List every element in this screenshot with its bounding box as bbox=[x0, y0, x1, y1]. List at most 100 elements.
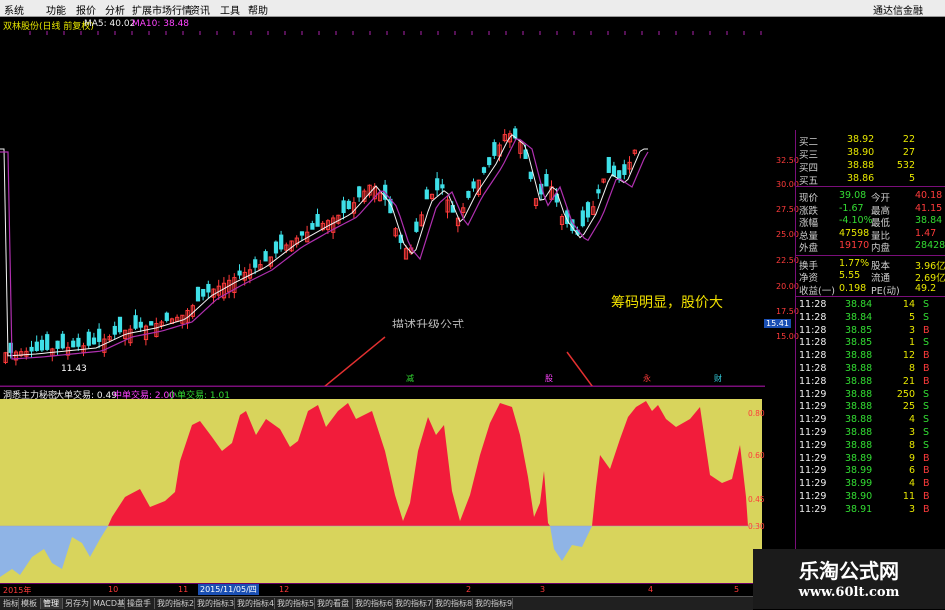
candle-body bbox=[133, 315, 138, 329]
stat-value: 49.2 bbox=[915, 282, 937, 294]
indicator-tick: 0.30 bbox=[748, 522, 765, 531]
menu-function[interactable]: 功能 bbox=[46, 2, 66, 17]
event-marker[interactable]: 财 bbox=[714, 373, 722, 384]
tick-row[interactable]: 11:28 38.84 14 S bbox=[799, 299, 945, 311]
indicator-chart[interactable] bbox=[0, 399, 765, 583]
candle-body bbox=[237, 270, 242, 276]
tick-side: B bbox=[923, 324, 930, 336]
event-marker[interactable]: 股 bbox=[545, 373, 553, 384]
indicator-tab[interactable]: 我的指标5 bbox=[275, 598, 315, 609]
tick-row[interactable]: 11:29 38.89 9 B bbox=[799, 453, 945, 465]
indicator-tab[interactable]: 模板 bbox=[19, 598, 41, 609]
tick-volume: 21 bbox=[902, 375, 915, 387]
date-mark: 12 bbox=[279, 585, 290, 594]
candle-body bbox=[117, 316, 123, 333]
tick-time: 11:28 bbox=[799, 363, 827, 374]
stat-value: 1.77% bbox=[839, 257, 870, 269]
tick-side: S bbox=[923, 427, 930, 438]
bid-row[interactable]: 买四 38.88 532 bbox=[799, 160, 945, 174]
tick-volume: 8 bbox=[908, 363, 915, 374]
indicator-tab[interactable]: 我的指标2 bbox=[155, 598, 195, 609]
tick-side: B bbox=[923, 503, 930, 515]
candle-body bbox=[206, 283, 211, 293]
tick-row[interactable]: 11:28 38.84 5 S bbox=[799, 312, 945, 324]
indicator-tab[interactable]: 我的指标9 bbox=[473, 598, 513, 609]
bid-price: 38.92 bbox=[847, 134, 875, 145]
watermark: 乐淘公式网 www.60lt.com bbox=[753, 549, 945, 609]
tick-volume: 4 bbox=[908, 414, 915, 426]
tick-row[interactable]: 11:29 38.99 4 B bbox=[799, 478, 945, 490]
indicator-tab[interactable]: 我的指标8 bbox=[433, 598, 473, 609]
indicator-tab[interactable]: 指标 bbox=[1, 598, 19, 609]
menu-quote[interactable]: 报价 bbox=[76, 2, 96, 17]
tick-price: 38.91 bbox=[845, 503, 873, 515]
event-marker[interactable]: 永 bbox=[643, 373, 651, 384]
stat-value: 5.55 bbox=[839, 270, 861, 281]
kline-chart[interactable] bbox=[0, 31, 765, 387]
tick-row[interactable]: 11:29 38.88 25 S bbox=[799, 401, 945, 413]
tick-price: 38.88 bbox=[845, 375, 873, 387]
stat-value: 47598 bbox=[839, 227, 870, 239]
candle-body bbox=[346, 200, 351, 210]
candle-body bbox=[60, 333, 65, 349]
tick-row[interactable]: 11:28 38.85 1 S bbox=[799, 337, 945, 349]
tick-row[interactable]: 11:28 38.88 8 B bbox=[799, 363, 945, 375]
candle-body bbox=[481, 167, 487, 173]
candle-body bbox=[164, 312, 169, 321]
tick-time: 11:29 bbox=[799, 478, 827, 490]
bid-row[interactable]: 买二 38.92 22 bbox=[799, 134, 945, 148]
indicator-tab[interactable]: 我的看盘 bbox=[315, 598, 353, 609]
indicator-tab[interactable]: 我的指标6 bbox=[353, 598, 393, 609]
bid-row[interactable]: 买五 38.86 5 bbox=[799, 173, 945, 187]
menu-help[interactable]: 帮助 bbox=[248, 2, 268, 17]
tick-time: 11:28 bbox=[799, 324, 827, 336]
candle-body bbox=[97, 328, 102, 342]
indicator-tab[interactable]: 我的指标7 bbox=[393, 598, 433, 609]
tick-row[interactable]: 11:29 38.99 6 B bbox=[799, 465, 945, 477]
indicator-tab[interactable]: 我的指标3 bbox=[195, 598, 235, 609]
tick-row[interactable]: 11:29 38.88 8 S bbox=[799, 440, 945, 452]
quote-stat-row: 净资 5.55 流通 2.69亿 bbox=[799, 270, 945, 284]
indicator-tab[interactable]: 我的指标4 bbox=[235, 598, 275, 609]
tick-row[interactable]: 11:29 38.91 3 B bbox=[799, 504, 945, 516]
date-mark: 10 bbox=[108, 585, 119, 594]
bid-row[interactable]: 买三 38.90 27 bbox=[799, 147, 945, 161]
indicator-tab[interactable]: 操盘手 bbox=[125, 598, 155, 609]
tick-row[interactable]: 11:28 38.88 12 B bbox=[799, 350, 945, 362]
tick-side: B bbox=[923, 350, 930, 362]
tick-row[interactable]: 11:29 38.88 3 S bbox=[799, 427, 945, 439]
watermark-title: 乐淘公式网 bbox=[799, 559, 899, 583]
tick-side: B bbox=[923, 375, 930, 387]
tick-row[interactable]: 11:29 38.88 4 S bbox=[799, 414, 945, 426]
tick-time: 11:29 bbox=[799, 427, 827, 438]
indicator-tab[interactable]: MACD基本 bbox=[91, 598, 125, 609]
tick-side: S bbox=[923, 337, 930, 349]
bid-label: 买三 bbox=[799, 150, 819, 161]
menu-tools[interactable]: 工具 bbox=[220, 2, 240, 17]
tick-row[interactable]: 11:28 38.85 3 B bbox=[799, 325, 945, 337]
candle-body bbox=[149, 321, 154, 326]
tick-time: 11:28 bbox=[799, 299, 827, 310]
date-axis: 2015年 10 11 2015/11/05/四 12 2 3 4 5 bbox=[0, 583, 753, 596]
quote-panel: 买二 38.92 22 买三 38.90 27 买四 38.88 532 买五 38.86 5 现价 39… bbox=[765, 130, 945, 549]
tick-price: 38.88 bbox=[845, 427, 873, 438]
arrow-line bbox=[566, 351, 594, 387]
menu-system[interactable]: 系统 bbox=[4, 2, 24, 17]
candle-body bbox=[195, 286, 201, 302]
indicator-tab[interactable]: 另存为 bbox=[63, 598, 91, 609]
menu-analysis[interactable]: 分析 bbox=[105, 2, 125, 17]
menu-news[interactable]: 资讯 bbox=[190, 2, 210, 17]
event-marker[interactable]: 减 bbox=[406, 373, 414, 384]
indicator-tab[interactable]: 管理 bbox=[41, 598, 63, 609]
tick-row[interactable]: 11:29 38.90 11 B bbox=[799, 491, 945, 503]
stat-value: 1.47 bbox=[915, 227, 937, 239]
selected-date[interactable]: 2015/11/05/四 bbox=[198, 584, 259, 595]
quote-stat-row: 换手 1.77% 股本 3.96亿 bbox=[799, 257, 945, 272]
candle-body bbox=[492, 142, 497, 156]
tick-row[interactable]: 11:29 38.88 250 S bbox=[799, 389, 945, 401]
tick-price: 38.88 bbox=[845, 439, 873, 451]
menu-extended-market[interactable]: 扩展市场行情 bbox=[132, 2, 192, 17]
tick-volume: 1 bbox=[908, 337, 915, 349]
tick-row[interactable]: 11:28 38.88 21 B bbox=[799, 376, 945, 388]
tick-volume: 3 bbox=[908, 503, 915, 515]
